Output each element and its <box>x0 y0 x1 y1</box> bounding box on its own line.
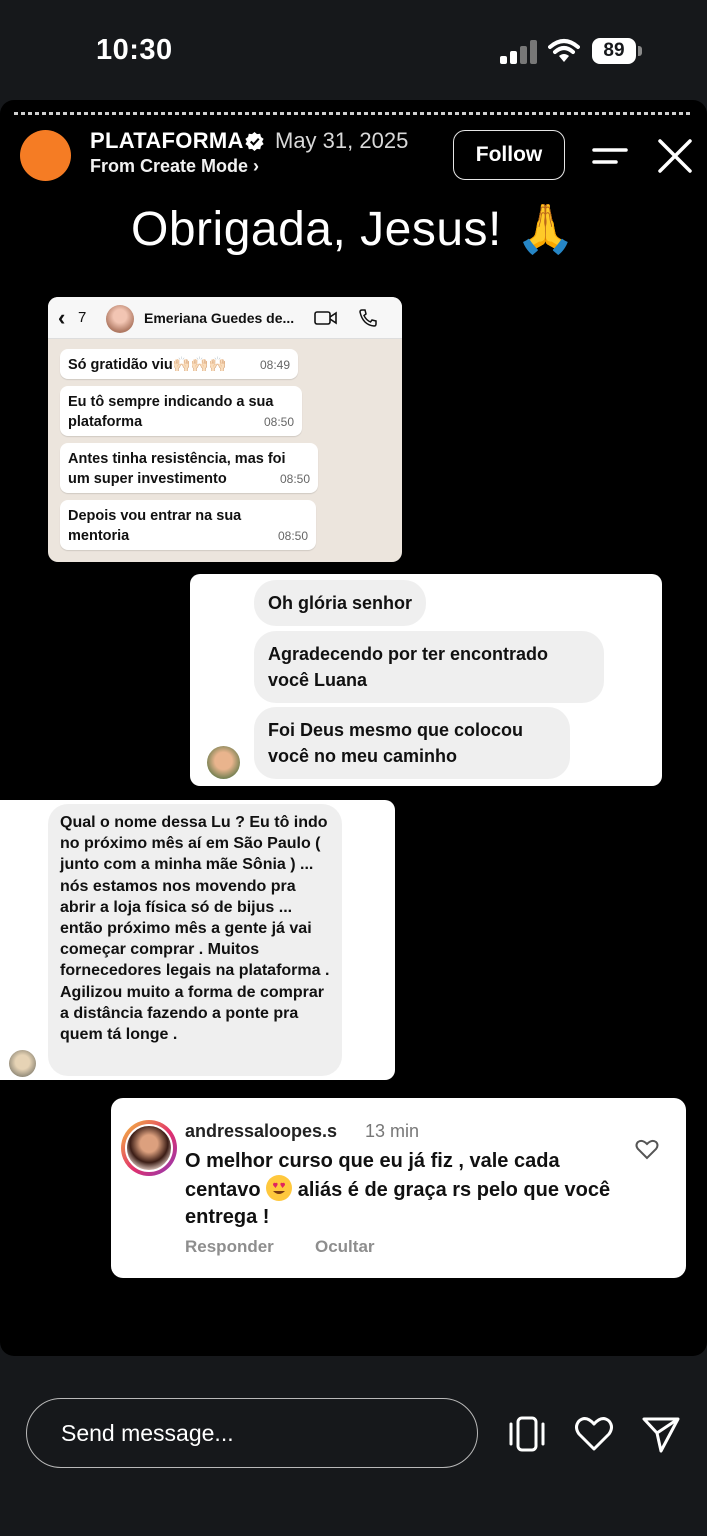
message-time: 08:50 <box>279 472 310 486</box>
menu-icon[interactable] <box>592 144 628 168</box>
status-bar: 10:30 89 <box>0 0 707 100</box>
comment-screenshot: andressaloopes.s 13 min O melhor curso q… <box>111 1098 686 1278</box>
dm-bubble: Qual o nome dessa Lu ? Eu tô indo no pró… <box>48 804 342 1076</box>
account-name[interactable]: PLATAFORMA <box>90 128 244 154</box>
heart-eyes-emoji-icon <box>266 1175 293 1201</box>
wifi-icon <box>548 39 580 62</box>
like-heart-icon[interactable] <box>573 1413 615 1455</box>
send-message-input[interactable] <box>26 1398 478 1468</box>
video-call-icon <box>314 311 337 325</box>
commenter-username: andressaloopes.s <box>185 1121 338 1141</box>
back-chevron-icon: ‹ <box>58 305 66 330</box>
verified-badge-icon <box>245 132 264 151</box>
story-progress-bar <box>14 112 693 115</box>
story-headline: Obrigada, Jesus! 🙏 <box>131 203 576 256</box>
battery-indicator: 89 <box>592 38 636 64</box>
whatsapp-message: Só gratidão viu🙌🏻🙌🏻🙌🏻 08:49 <box>60 349 298 379</box>
like-heart-icon <box>635 1139 659 1160</box>
close-icon[interactable] <box>656 137 694 175</box>
phone-call-icon <box>359 309 377 327</box>
dm-screenshot: Oh glória senhor Agradecendo por ter enc… <box>190 574 662 786</box>
contact-name: Emeriana Guedes de... <box>144 310 295 326</box>
whatsapp-message: Depois vou entrar na sua mentoria 08:50 <box>60 500 316 550</box>
whatsapp-header: ‹ 7 Emeriana Guedes de... <box>48 297 402 339</box>
comment-text: O melhor curso que eu já fiz , vale cada… <box>185 1150 611 1228</box>
whatsapp-message: Eu tô sempre indicando a sua plataforma … <box>60 386 302 436</box>
dm-bubble: Oh glória senhor <box>254 580 427 626</box>
whatsapp-message: Antes tinha resistência, mas foi um supe… <box>60 443 318 493</box>
dm-screenshot: Qual o nome dessa Lu ? Eu tô indo no pró… <box>0 800 395 1080</box>
message-time: 08:49 <box>259 358 290 372</box>
sender-avatar <box>9 1050 36 1077</box>
commenter-avatar <box>125 1124 173 1172</box>
comment-time: 13 min <box>365 1121 420 1141</box>
contact-avatar <box>106 305 134 333</box>
account-avatar[interactable] <box>20 130 71 181</box>
dm-bubble: Foi Deus mesmo que colocou você no meu c… <box>254 707 570 779</box>
message-time: 08:50 <box>263 415 294 429</box>
cellular-signal-icon <box>500 40 538 64</box>
dm-bubble: Agradecendo por ter encontrado você Luan… <box>254 631 604 703</box>
create-mode-link[interactable]: From Create Mode › <box>90 156 259 177</box>
message-time: 08:50 <box>277 529 308 543</box>
follow-button[interactable]: Follow <box>453 130 565 180</box>
whatsapp-screenshot: ‹ 7 Emeriana Guedes de... Só gratidão vi… <box>48 297 402 562</box>
battery-tip <box>638 46 642 56</box>
reply-link: Responder <box>185 1237 274 1256</box>
sender-avatar <box>207 746 240 779</box>
unread-count: 7 <box>78 309 87 326</box>
send-paper-plane-icon[interactable] <box>640 1413 682 1455</box>
hide-link: Ocultar <box>315 1237 375 1256</box>
story-date: May 31, 2025 <box>275 128 409 153</box>
clock: 10:30 <box>96 34 173 66</box>
story-viewer[interactable]: PLATAFORMA May 31, 2025 From Create Mode… <box>0 100 707 1356</box>
share-cards-icon[interactable] <box>506 1413 548 1455</box>
